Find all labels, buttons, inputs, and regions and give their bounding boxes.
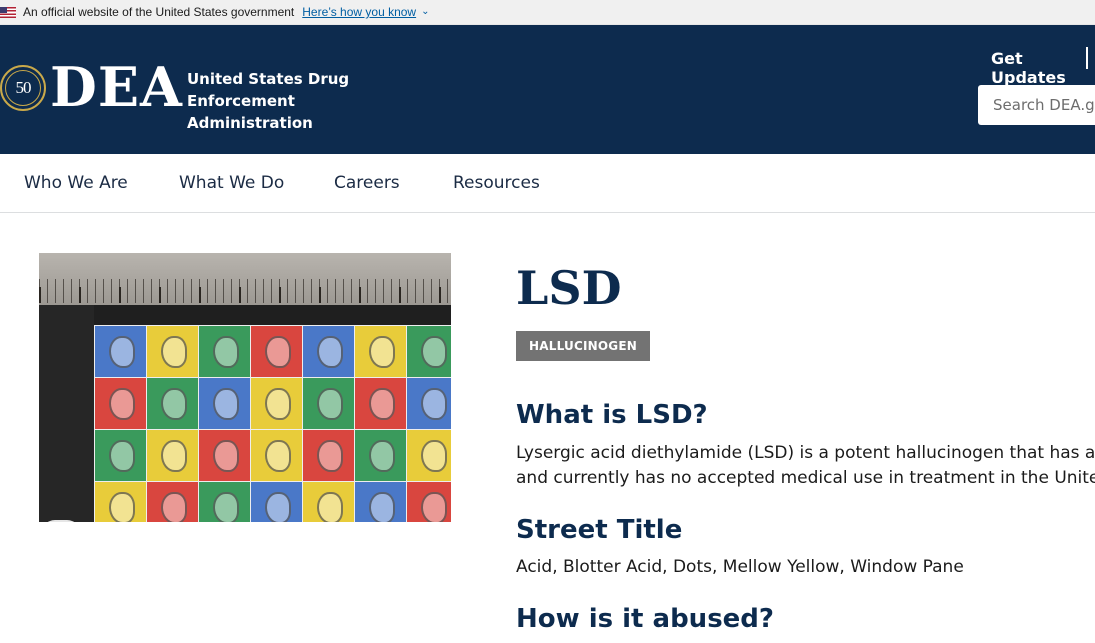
nav-item-resources[interactable]: Resources: [453, 173, 540, 193]
category-tag[interactable]: HALLUCINOGEN: [516, 331, 650, 361]
dea-logo[interactable]: DEA: [50, 55, 183, 119]
section-body-what-is: Lysergic acid diethylamide (LSD) is a po…: [516, 441, 1095, 491]
lsd-blotter-photo: [39, 253, 451, 522]
nav-item-careers[interactable]: Careers: [334, 173, 400, 193]
chevron-down-icon[interactable]: ⌄: [421, 6, 429, 17]
section-heading-how-abused: How is it abused?: [516, 604, 774, 634]
agency-name-line1: United States Drug Enforcement: [187, 70, 350, 110]
ruler: [39, 253, 451, 305]
paragraph-line: Acid, Blotter Acid, Dots, Mellow Yellow,…: [516, 557, 964, 577]
section-heading-street-title: Street Title: [516, 515, 683, 545]
header-divider: [1086, 47, 1088, 69]
blotter-tiles: [94, 325, 451, 522]
gov-banner: An official website of the United States…: [0, 0, 1095, 25]
gov-banner-text: An official website of the United States…: [23, 5, 295, 19]
search-input[interactable]: [993, 96, 1095, 114]
dea-50th-anniversary-seal-icon[interactable]: 50: [0, 65, 46, 111]
nav-item-what-we-do[interactable]: What We Do: [179, 173, 284, 193]
get-updates-link[interactable]: Get Updates: [991, 49, 1095, 87]
paragraph-line: Lysergic acid diethylamide (LSD) is a po…: [516, 443, 1095, 463]
main-nav: Who We Are What We Do Careers Resources: [0, 154, 1095, 213]
heres-how-you-know-link[interactable]: Here’s how you know: [302, 5, 416, 19]
search-box[interactable]: [978, 85, 1095, 125]
section-body-street-title: Acid, Blotter Acid, Dots, Mellow Yellow,…: [516, 555, 1095, 580]
agency-name-line2: Administration: [187, 114, 313, 132]
site-header: 50 DEA United States Drug Enforcement Ad…: [0, 25, 1095, 154]
agency-name[interactable]: United States Drug Enforcement Administr…: [187, 68, 447, 134]
section-heading-what-is: What is LSD?: [516, 400, 708, 430]
us-flag-icon: [0, 6, 16, 18]
seal-number: 50: [5, 70, 41, 106]
paragraph-line: and currently has no accepted medical us…: [516, 468, 1095, 488]
nav-item-who-we-are[interactable]: Who We Are: [24, 173, 128, 193]
page-title: LSD: [516, 261, 622, 315]
